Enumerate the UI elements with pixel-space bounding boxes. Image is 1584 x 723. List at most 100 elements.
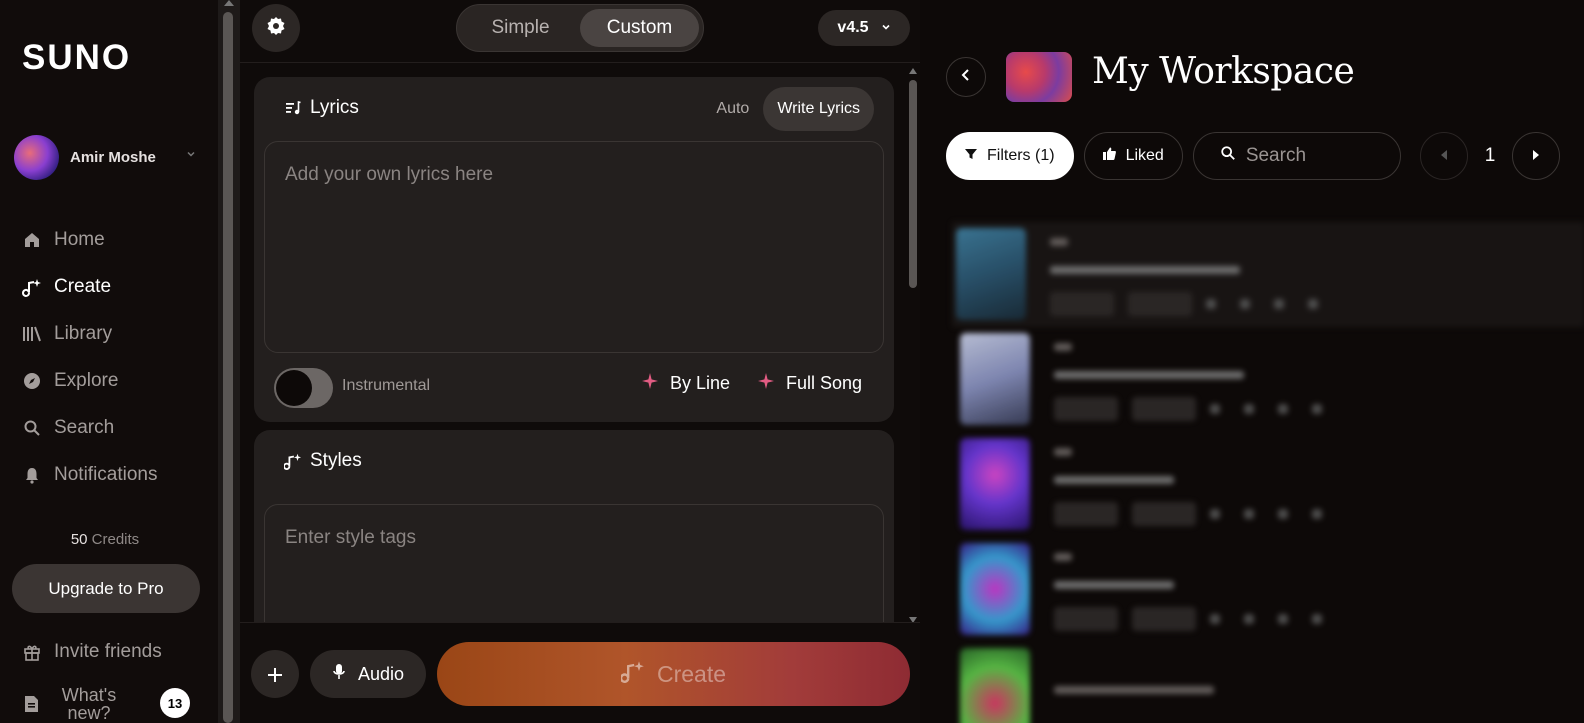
credits-display: 50 Credits [0, 531, 210, 548]
filter-icon [965, 147, 977, 165]
list-item[interactable] [956, 432, 1584, 537]
sparkle-icon [642, 373, 658, 394]
lyrics-auto-tab[interactable]: Auto [702, 87, 763, 131]
nav-item-explore[interactable]: Explore [22, 357, 158, 404]
sidebar: SUNO Amir Moshe Home Create Library Expl… [0, 0, 218, 723]
song-action-button[interactable] [1050, 292, 1114, 316]
main-nav: Home Create Library Explore Search Notif… [22, 216, 158, 498]
nav-item-create[interactable]: Create [22, 263, 158, 310]
song-action-icon[interactable] [1312, 614, 1322, 624]
workspace-filter-bar: Filters (1) Liked Search [946, 132, 1411, 180]
song-action-icon[interactable] [1244, 509, 1254, 519]
song-action-button[interactable] [1054, 502, 1118, 526]
song-action-icon[interactable] [1312, 404, 1322, 414]
search-placeholder: Search [1245, 145, 1307, 166]
app-logo[interactable]: SUNO [22, 38, 131, 78]
scroll-up-arrow-icon[interactable] [909, 68, 917, 74]
nav-item-library[interactable]: Library [22, 310, 158, 357]
scrollbar-thumb[interactable] [909, 80, 917, 288]
song-action-icon[interactable] [1312, 509, 1322, 519]
mode-custom-tab[interactable]: Custom [580, 9, 699, 47]
styles-title: Styles [310, 450, 362, 471]
song-action-icon[interactable] [1210, 404, 1220, 414]
song-action-button[interactable] [1128, 292, 1192, 316]
caret-right-icon [1532, 147, 1540, 165]
song-action-icon[interactable] [1308, 299, 1318, 309]
song-list [952, 222, 1584, 723]
generate-full-song-button[interactable]: Full Song [758, 373, 862, 394]
workspace-search-input[interactable]: Search [1192, 132, 1401, 180]
song-title [1054, 686, 1214, 694]
upgrade-button[interactable]: Upgrade to Pro [12, 564, 200, 613]
full-song-label: Full Song [786, 373, 863, 393]
filters-button[interactable]: Filters (1) [946, 132, 1074, 180]
mode-simple-tab[interactable]: Simple [461, 9, 580, 47]
document-icon [22, 695, 40, 718]
list-item[interactable] [952, 222, 1584, 327]
scroll-up-arrow-icon[interactable] [224, 0, 234, 6]
generate-by-line-button[interactable]: By Line [642, 373, 730, 394]
song-action-icon[interactable] [1240, 299, 1250, 309]
model-version-select[interactable]: v4.5 [818, 10, 910, 46]
song-action-icon[interactable] [1278, 509, 1288, 519]
avatar [14, 134, 59, 180]
lyrics-input[interactable]: Add your own lyrics here [264, 141, 884, 353]
song-action-icon[interactable] [1274, 299, 1284, 309]
create-panel-scrollbar[interactable] [906, 68, 920, 623]
nav-item-search[interactable]: Search [22, 404, 158, 451]
toggle-knob [276, 370, 312, 406]
song-title [1054, 476, 1174, 484]
song-cover-image [960, 648, 1030, 723]
nav-item-notifications[interactable]: Notifications [22, 451, 158, 498]
song-action-icon[interactable] [1244, 614, 1254, 624]
nav-label: Library [54, 322, 113, 344]
song-action-icon[interactable] [1278, 404, 1288, 414]
invite-friends-link[interactable]: Invite friends [22, 641, 162, 663]
scrollbar-thumb[interactable] [223, 12, 233, 723]
song-action-button[interactable] [1132, 607, 1196, 631]
song-action-button[interactable] [1054, 607, 1118, 631]
nav-label: Search [54, 416, 115, 438]
song-action-button[interactable] [1132, 502, 1196, 526]
search-icon [22, 418, 42, 438]
list-item[interactable] [956, 327, 1584, 432]
song-action-icon[interactable] [1206, 299, 1216, 309]
add-button[interactable] [251, 650, 299, 698]
compass-icon [22, 371, 42, 391]
audio-button[interactable]: Audio [310, 650, 426, 698]
list-item[interactable] [956, 642, 1584, 723]
song-action-icon[interactable] [1210, 509, 1220, 519]
nav-item-home[interactable]: Home [22, 216, 158, 263]
create-label: Create [656, 660, 727, 687]
create-button[interactable]: Create [437, 642, 910, 706]
next-page-button[interactable] [1512, 132, 1560, 180]
microphone-icon [332, 663, 346, 686]
liked-filter-button[interactable]: Liked [1083, 132, 1183, 180]
song-action-icon[interactable] [1210, 614, 1220, 624]
page-scrollbar[interactable] [218, 0, 240, 723]
nav-label: Create [54, 275, 112, 297]
song-cover-image [956, 228, 1026, 320]
library-icon [22, 324, 42, 344]
song-action-button[interactable] [1132, 397, 1196, 421]
write-lyrics-tab[interactable]: Write Lyrics [763, 87, 874, 131]
lyrics-icon [284, 99, 302, 117]
version-label: v4.5 [837, 19, 869, 36]
back-button[interactable] [946, 57, 986, 97]
search-icon [1220, 145, 1236, 167]
music-sparkle-icon [619, 659, 645, 689]
instrumental-label: Instrumental [342, 377, 431, 394]
instrumental-toggle[interactable] [274, 368, 333, 408]
list-item[interactable] [956, 537, 1584, 642]
song-title [1050, 266, 1240, 274]
song-action-icon[interactable] [1244, 404, 1254, 414]
audio-label: Audio [357, 663, 405, 684]
user-menu[interactable]: Amir Moshe [14, 134, 204, 180]
previous-page-button[interactable] [1420, 132, 1468, 180]
whats-new-link[interactable]: What's new? 13 [22, 685, 202, 723]
song-action-icon[interactable] [1278, 614, 1288, 624]
workspace-title: My Workspace [1092, 51, 1355, 92]
settings-button[interactable] [252, 4, 300, 52]
song-action-button[interactable] [1054, 397, 1118, 421]
chevron-down-icon [186, 149, 198, 161]
